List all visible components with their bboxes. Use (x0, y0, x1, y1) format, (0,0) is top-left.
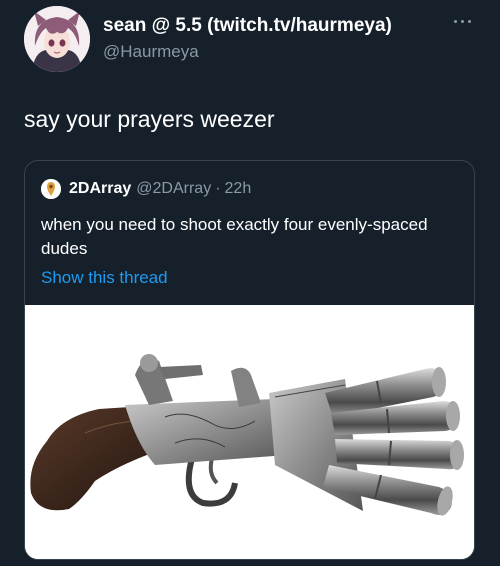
author-handle[interactable]: @Haurmeya (103, 40, 392, 64)
quoted-author-handle[interactable]: @2DArray (136, 180, 211, 198)
quoted-author-avatar[interactable] (41, 179, 61, 199)
author-avatar[interactable] (24, 6, 90, 72)
show-thread-link[interactable]: Show this thread (41, 268, 168, 288)
quoted-tweet-header: 2DArray @2DArray · 22h (41, 179, 251, 199)
quoted-tweet-card[interactable]: 2DArray @2DArray · 22h when you need to … (24, 160, 475, 560)
pin-avatar-icon (41, 179, 61, 199)
quoted-timestamp[interactable]: 22h (225, 180, 252, 198)
quoted-tweet-text: when you need to shoot exactly four even… (41, 215, 428, 258)
tweet-screen: { "author": { "display_name": "sean @ 5.… (0, 0, 500, 566)
more-options-icon[interactable] (452, 14, 474, 28)
anime-avatar-icon (24, 6, 90, 72)
quoted-separator: · (215, 180, 221, 197)
quoted-media[interactable] (25, 305, 474, 559)
author-display-name[interactable]: sean @ 5.5 (twitch.tv/haurmeya) (103, 14, 392, 38)
author-info: sean @ 5.5 (twitch.tv/haurmeya) @Haurmey… (103, 14, 392, 64)
duck-foot-pistol-image-icon (25, 305, 474, 559)
tweet-text: say your prayers weezer (24, 106, 275, 132)
quoted-author-name[interactable]: 2DArray (69, 180, 131, 198)
